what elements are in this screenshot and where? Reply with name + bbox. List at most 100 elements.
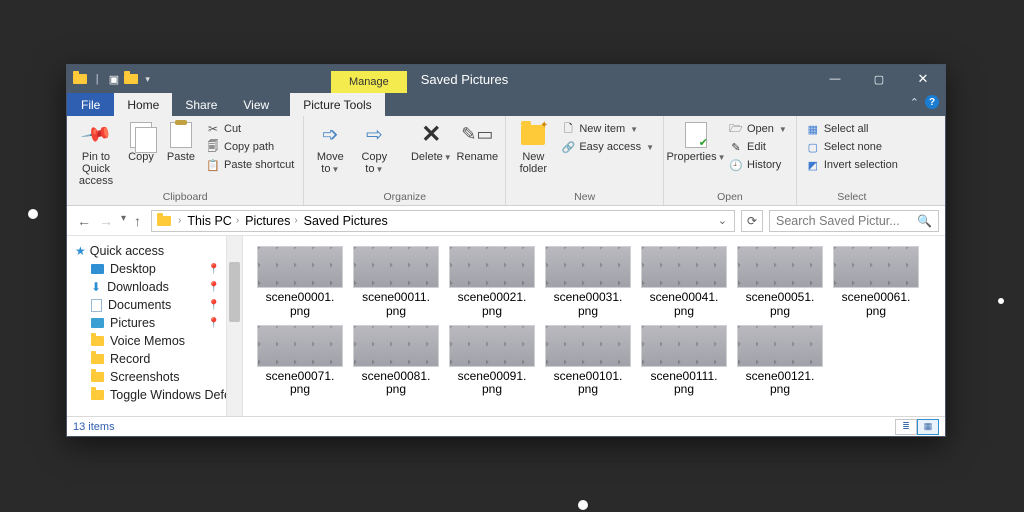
pictures-icon <box>91 318 104 328</box>
file-item[interactable]: scene00051.png <box>735 246 825 319</box>
pin-label: Pin to Quick access <box>73 151 119 187</box>
invert-selection-button[interactable]: ◩Invert selection <box>803 157 901 173</box>
tab-picture-tools[interactable]: Picture Tools <box>290 93 384 116</box>
file-item[interactable]: scene00011.png <box>351 246 441 319</box>
star-icon: ★ <box>75 244 86 258</box>
nav-bar: ← → ▾ ↑ › This PC › Pictures › Saved Pic… <box>67 206 945 236</box>
scrollbar-thumb[interactable] <box>229 262 240 322</box>
file-item[interactable]: scene00061.png <box>831 246 921 319</box>
file-item[interactable]: scene00001.png <box>255 246 345 319</box>
tab-view[interactable]: View <box>230 93 282 116</box>
downloads-icon: ⬇ <box>91 280 101 294</box>
chevron-right-icon[interactable]: › <box>236 215 239 226</box>
file-name: scene00061.png <box>842 291 911 319</box>
ribbon: 📌 Pin to Quick access Copy Paste ✂Cut 🗐C… <box>67 116 945 206</box>
sidebar-item-screenshots[interactable]: Screenshots <box>75 368 240 386</box>
breadcrumb: Pictures › <box>245 214 298 228</box>
paste-button[interactable]: Paste <box>163 119 199 163</box>
select-all-button[interactable]: ▦Select all <box>803 121 901 137</box>
history-button[interactable]: 🕘History <box>726 157 790 173</box>
delete-icon: ✕ <box>421 122 441 148</box>
select-none-button[interactable]: ▢Select none <box>803 139 901 155</box>
collapse-ribbon-icon[interactable]: ⌃ <box>910 96 919 109</box>
up-button[interactable]: ↑ <box>134 213 141 229</box>
address-bar[interactable]: › This PC › Pictures › Saved Pictures ⌄ <box>151 210 735 232</box>
sidebar-item-documents[interactable]: Documents📍 <box>75 296 240 314</box>
copy-to-button[interactable]: ⇨ Copy to▼ <box>354 119 394 175</box>
decor-dot <box>998 298 1004 304</box>
search-icon: 🔍 <box>917 214 932 228</box>
thumbnails-view-button[interactable]: ▦ <box>917 419 939 435</box>
refresh-button[interactable]: ⟳ <box>741 210 763 232</box>
pin-icon: 📌 <box>79 119 112 151</box>
quick-access-header[interactable]: ★ Quick access <box>75 242 240 260</box>
open-button[interactable]: 🗁Open▼ <box>726 121 790 137</box>
copy-path-button[interactable]: 🗐Copy path <box>203 139 297 155</box>
minimize-button[interactable]: — <box>813 65 857 93</box>
scrollbar[interactable] <box>226 236 242 416</box>
pin-quick-access-button[interactable]: 📌 Pin to Quick access <box>73 119 119 187</box>
new-folder-button[interactable]: New folder <box>512 119 554 175</box>
search-placeholder: Search Saved Pictur... <box>776 214 913 228</box>
file-thumbnail <box>641 246 727 288</box>
decor-dot <box>578 500 588 510</box>
copy-button[interactable]: Copy <box>123 119 159 163</box>
close-button[interactable]: ✕ <box>901 65 945 93</box>
sidebar-item-downloads[interactable]: ⬇Downloads📍 <box>75 278 240 296</box>
sidebar-item-desktop[interactable]: Desktop📍 <box>75 260 240 278</box>
new-item-button[interactable]: 🗋New item▼ <box>558 121 657 137</box>
file-name: scene00101.png <box>554 370 623 398</box>
easy-access-button[interactable]: 🔗Easy access▼ <box>558 139 657 155</box>
cut-button[interactable]: ✂Cut <box>203 121 297 137</box>
tab-home[interactable]: Home <box>114 93 172 116</box>
group-label-select: Select <box>803 191 901 205</box>
file-item[interactable]: scene00101.png <box>543 325 633 398</box>
details-view-button[interactable]: ≣ <box>895 419 917 435</box>
file-item[interactable]: scene00121.png <box>735 325 825 398</box>
address-dropdown-icon[interactable]: ⌄ <box>718 214 727 227</box>
move-to-icon: ➩ <box>322 124 339 146</box>
recent-locations-button[interactable]: ▾ <box>121 213 126 229</box>
sidebar-item-record[interactable]: Record <box>75 350 240 368</box>
edit-button[interactable]: ✎Edit <box>726 139 790 155</box>
file-thumbnail <box>257 246 343 288</box>
sidebar-item-voice-memos[interactable]: Voice Memos <box>75 332 240 350</box>
maximize-button[interactable]: ▢ <box>857 65 901 93</box>
tab-share[interactable]: Share <box>172 93 230 116</box>
files-view[interactable]: scene00001.pngscene00011.pngscene00021.p… <box>243 236 945 416</box>
explorer-window: | ▣ ▾ Manage Saved Pictures — ▢ ✕ File H… <box>66 64 946 437</box>
forward-button[interactable]: → <box>99 213 113 229</box>
folder-icon[interactable] <box>123 71 138 87</box>
sidebar-item-pictures[interactable]: Pictures📍 <box>75 314 240 332</box>
properties-icon[interactable]: ▣ <box>107 71 122 87</box>
ribbon-group-new: New folder 🗋New item▼ 🔗Easy access▼ New <box>506 116 664 205</box>
help-icon[interactable]: ? <box>925 95 939 109</box>
ribbon-group-clipboard: 📌 Pin to Quick access Copy Paste ✂Cut 🗐C… <box>67 116 304 205</box>
file-thumbnail <box>257 325 343 367</box>
back-button[interactable]: ← <box>77 213 91 229</box>
file-name: scene00111.png <box>651 370 718 398</box>
desktop-icon <box>91 264 104 274</box>
file-item[interactable]: scene00031.png <box>543 246 633 319</box>
file-item[interactable]: scene00021.png <box>447 246 537 319</box>
sidebar-item-toggle-defender[interactable]: Toggle Windows Defe <box>75 386 240 404</box>
properties-button[interactable]: Properties▼ <box>670 119 722 163</box>
file-item[interactable]: scene00071.png <box>255 325 345 398</box>
ribbon-group-select: ▦Select all ▢Select none ◩Invert selecti… <box>797 116 907 205</box>
rename-button[interactable]: ✎▭ Rename <box>455 119 499 163</box>
delete-button[interactable]: ✕ Delete▼ <box>411 119 451 163</box>
chevron-right-icon[interactable]: › <box>294 215 297 226</box>
file-item[interactable]: scene00081.png <box>351 325 441 398</box>
paste-shortcut-button[interactable]: 📋Paste shortcut <box>203 157 297 173</box>
file-item[interactable]: scene00091.png <box>447 325 537 398</box>
new-item-icon: 🗋 <box>561 122 575 136</box>
scissors-icon: ✂ <box>206 122 220 136</box>
tab-file[interactable]: File <box>67 93 114 116</box>
qat-dropdown-icon[interactable]: ▾ <box>140 71 155 87</box>
search-input[interactable]: Search Saved Pictur... 🔍 <box>769 210 939 232</box>
file-item[interactable]: scene00041.png <box>639 246 729 319</box>
move-to-button[interactable]: ➩ Move to▼ <box>310 119 350 175</box>
file-thumbnail <box>449 246 535 288</box>
file-item[interactable]: scene00111.png <box>639 325 729 398</box>
chevron-right-icon[interactable]: › <box>178 215 181 226</box>
